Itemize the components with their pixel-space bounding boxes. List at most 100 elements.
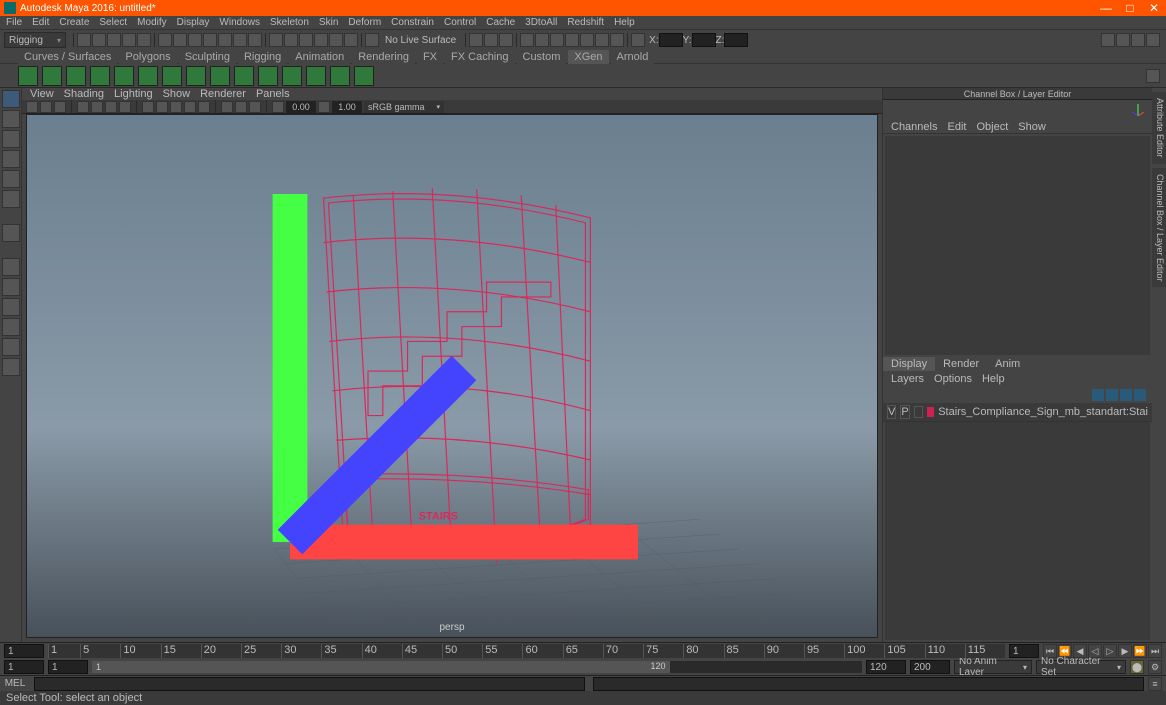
shelf-icon[interactable] bbox=[258, 66, 278, 86]
sel-mask-icon[interactable] bbox=[158, 33, 172, 47]
menu-skeleton[interactable]: Skeleton bbox=[270, 17, 309, 28]
shelf-icon[interactable] bbox=[186, 66, 206, 86]
coord-x-field[interactable] bbox=[659, 33, 683, 47]
panel-menu-shading[interactable]: Shading bbox=[64, 88, 104, 100]
chbox-menu-edit[interactable]: Edit bbox=[947, 121, 966, 133]
sel-mask-icon[interactable] bbox=[203, 33, 217, 47]
minimize-button[interactable]: — bbox=[1094, 0, 1118, 16]
shelf-tab-sculpting[interactable]: Sculpting bbox=[179, 50, 236, 64]
sidebar-toggle-icon[interactable] bbox=[1146, 33, 1160, 47]
snap-icon[interactable] bbox=[329, 33, 343, 47]
panel-layout-icon[interactable] bbox=[631, 33, 645, 47]
layer-tab-display[interactable]: Display bbox=[883, 357, 935, 371]
render-icon[interactable] bbox=[610, 33, 624, 47]
render-icon[interactable] bbox=[580, 33, 594, 47]
undo-icon[interactable] bbox=[122, 33, 136, 47]
auto-key-icon[interactable]: ⬤ bbox=[1130, 660, 1144, 674]
scale-tool-icon[interactable] bbox=[2, 190, 20, 208]
layer-tab-render[interactable]: Render bbox=[935, 357, 987, 371]
snap-icon[interactable] bbox=[269, 33, 283, 47]
step-fwd-icon[interactable]: ▶ bbox=[1118, 644, 1132, 658]
shelf-tab-fx[interactable]: FX bbox=[417, 50, 443, 64]
menu-3dtoall[interactable]: 3DtoAll bbox=[525, 17, 557, 28]
range-slider[interactable]: 1120 bbox=[92, 661, 862, 673]
move-tool-icon[interactable] bbox=[2, 150, 20, 168]
script-lang-label[interactable]: MEL bbox=[0, 678, 30, 689]
range-max-field[interactable]: 200 bbox=[910, 660, 950, 674]
chbox-menu-show[interactable]: Show bbox=[1018, 121, 1046, 133]
shelf-icon[interactable] bbox=[354, 66, 374, 86]
shelf-icon[interactable] bbox=[90, 66, 110, 86]
shelf-icon[interactable] bbox=[42, 66, 62, 86]
menu-edit[interactable]: Edit bbox=[32, 17, 49, 28]
panel-menu-lighting[interactable]: Lighting bbox=[114, 88, 153, 100]
construction-icon[interactable] bbox=[499, 33, 513, 47]
construction-icon[interactable] bbox=[469, 33, 483, 47]
render-icon[interactable] bbox=[550, 33, 564, 47]
shelf-icon[interactable] bbox=[330, 66, 350, 86]
paint-tool-icon[interactable] bbox=[2, 130, 20, 148]
lasso-tool-icon[interactable] bbox=[2, 110, 20, 128]
layout-icon[interactable] bbox=[2, 318, 20, 336]
redo-icon[interactable] bbox=[137, 33, 151, 47]
sel-mask-icon[interactable] bbox=[233, 33, 247, 47]
close-button[interactable]: ✕ bbox=[1142, 0, 1166, 16]
shelf-tab-curves[interactable]: Curves / Surfaces bbox=[18, 50, 117, 64]
shelf-tab-animation[interactable]: Animation bbox=[289, 50, 350, 64]
sel-mask-icon[interactable] bbox=[188, 33, 202, 47]
character-set-dropdown[interactable]: No Character Set bbox=[1036, 660, 1126, 674]
chbox-menu-object[interactable]: Object bbox=[976, 121, 1008, 133]
menu-skin[interactable]: Skin bbox=[319, 17, 338, 28]
layout-icon[interactable] bbox=[2, 258, 20, 276]
layer-menu-layers[interactable]: Layers bbox=[891, 373, 924, 385]
layer-playback-toggle[interactable]: P bbox=[900, 405, 909, 419]
shelf-icon[interactable] bbox=[114, 66, 134, 86]
layer-type-box[interactable] bbox=[914, 406, 923, 418]
shelf-tab-fxcaching[interactable]: FX Caching bbox=[445, 50, 514, 64]
sidebar-toggle-icon[interactable] bbox=[1116, 33, 1130, 47]
layer-row[interactable]: V P Stairs_Compliance_Sign_mb_standart:S… bbox=[883, 403, 1152, 422]
last-tool-icon[interactable] bbox=[2, 224, 20, 242]
sel-mask-icon[interactable] bbox=[173, 33, 187, 47]
render-icon[interactable] bbox=[535, 33, 549, 47]
select-tool-icon[interactable] bbox=[2, 90, 20, 108]
menu-file[interactable]: File bbox=[6, 17, 22, 28]
open-scene-icon[interactable] bbox=[92, 33, 106, 47]
shelf-icon[interactable] bbox=[282, 66, 302, 86]
menu-constrain[interactable]: Constrain bbox=[391, 17, 434, 28]
shelf-icon[interactable] bbox=[234, 66, 254, 86]
side-tab-attribute-editor[interactable]: Attribute Editor bbox=[1152, 92, 1166, 164]
chbox-menu-channels[interactable]: Channels bbox=[891, 121, 937, 133]
shelf-icon[interactable] bbox=[18, 66, 38, 86]
menu-redshift[interactable]: Redshift bbox=[567, 17, 604, 28]
menu-cache[interactable]: Cache bbox=[486, 17, 515, 28]
viewport-persp[interactable]: STAIRS persp bbox=[26, 114, 878, 638]
render-icon[interactable] bbox=[520, 33, 534, 47]
panel-menu-show[interactable]: Show bbox=[163, 88, 191, 100]
layer-menu-help[interactable]: Help bbox=[982, 373, 1005, 385]
camera-select-icon[interactable] bbox=[26, 101, 38, 113]
layout-icon[interactable] bbox=[2, 358, 20, 376]
menu-deform[interactable]: Deform bbox=[348, 17, 381, 28]
command-input[interactable] bbox=[34, 677, 585, 691]
construction-icon[interactable] bbox=[484, 33, 498, 47]
side-tab-channel-box[interactable]: Channel Box / Layer Editor bbox=[1152, 168, 1166, 288]
shelf-scroll-icon[interactable] bbox=[1146, 69, 1160, 83]
render-icon[interactable] bbox=[595, 33, 609, 47]
layer-name[interactable]: Stairs_Compliance_Sign_mb_standart:Stair… bbox=[938, 406, 1148, 418]
move-layer-up-icon[interactable] bbox=[1092, 389, 1104, 401]
range-end-field[interactable]: 120 bbox=[866, 660, 906, 674]
shelf-tab-rendering[interactable]: Rendering bbox=[352, 50, 415, 64]
shelf-icon[interactable] bbox=[66, 66, 86, 86]
script-editor-icon[interactable]: ≡ bbox=[1148, 677, 1162, 691]
goto-end-icon[interactable]: ⏭ bbox=[1148, 644, 1162, 658]
menu-display[interactable]: Display bbox=[177, 17, 210, 28]
layer-menu-options[interactable]: Options bbox=[934, 373, 972, 385]
menu-windows[interactable]: Windows bbox=[219, 17, 260, 28]
layout-icon[interactable] bbox=[2, 338, 20, 356]
panel-menu-panels[interactable]: Panels bbox=[256, 88, 290, 100]
render-icon[interactable] bbox=[565, 33, 579, 47]
sel-mask-icon[interactable] bbox=[248, 33, 262, 47]
panel-menu-renderer[interactable]: Renderer bbox=[200, 88, 246, 100]
range-thumb[interactable]: 1120 bbox=[92, 661, 670, 673]
